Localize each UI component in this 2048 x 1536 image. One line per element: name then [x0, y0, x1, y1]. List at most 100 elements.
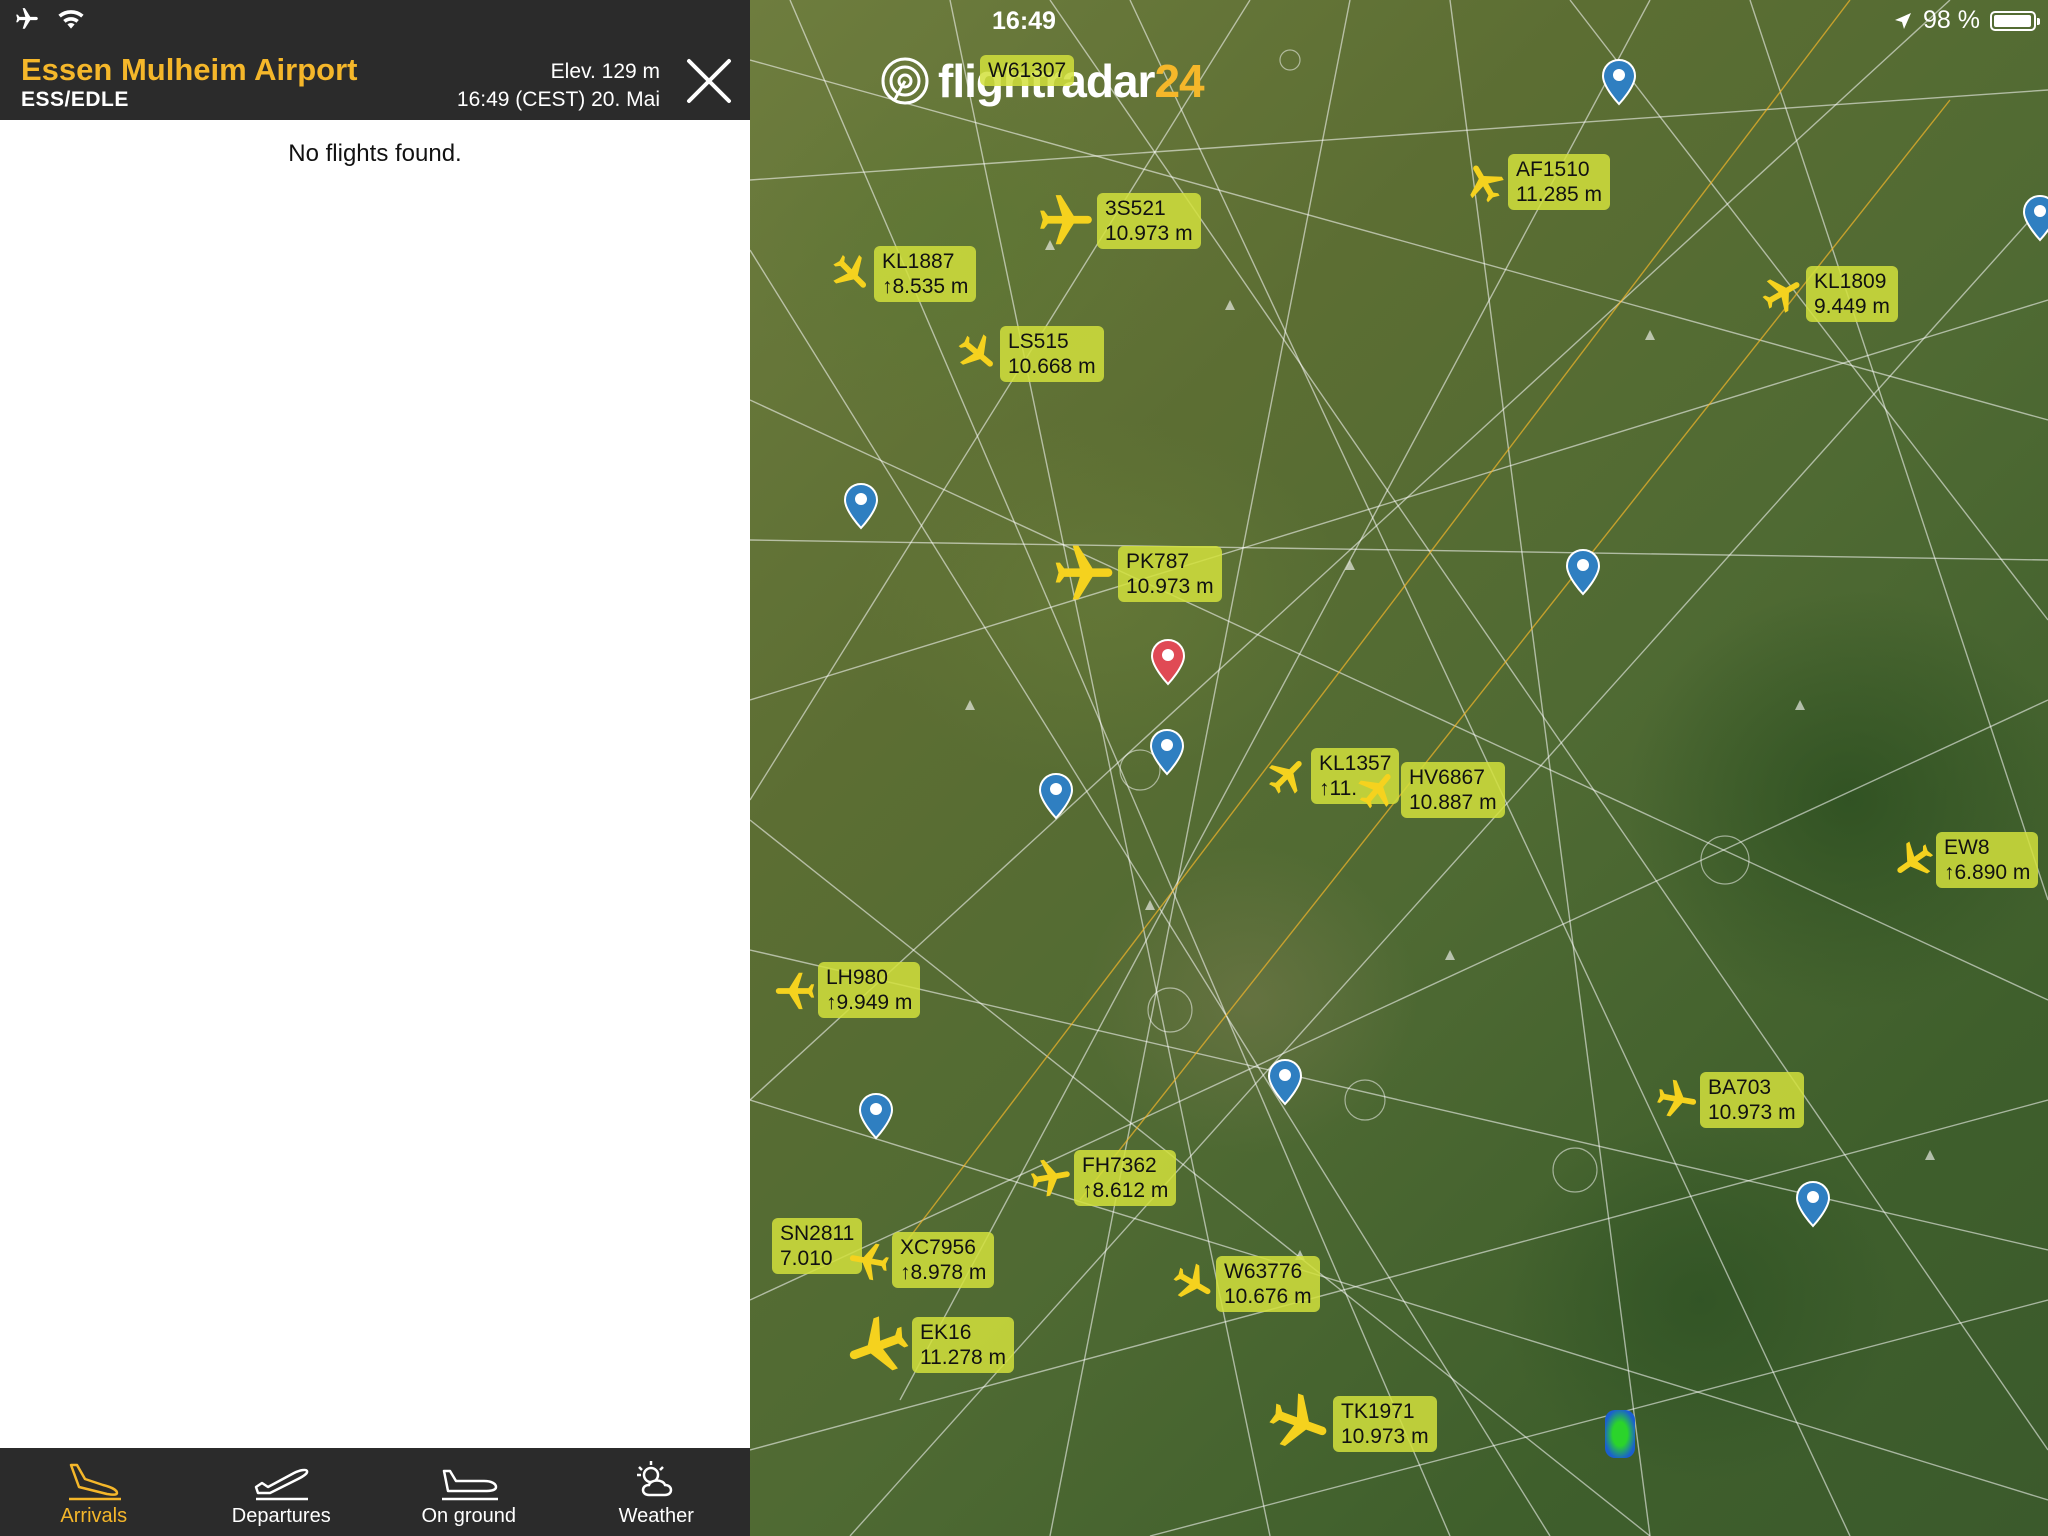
flight-marker[interactable]: KL1887 ↑8.535 m	[828, 246, 977, 302]
on-ground-icon	[441, 1469, 498, 1501]
flight-marker[interactable]: W63776 10.676 m	[1170, 1256, 1320, 1312]
flight-label: FH7362 ↑8.612 m	[1074, 1150, 1177, 1206]
flight-altitude: ↑6.890 m	[1944, 861, 2031, 884]
airport-panel: Essen Mulheim Airport ESS/EDLE Elev. 129…	[0, 0, 750, 1536]
status-time: 16:49	[992, 7, 1056, 35]
tab-on-ground[interactable]: On ground	[375, 1448, 563, 1536]
flight-label: BA703 10.973 m	[1700, 1072, 1804, 1128]
airport-code: ESS/EDLE	[21, 88, 129, 111]
empty-message: No flights found.	[288, 140, 462, 167]
flight-label: W61307	[980, 55, 1075, 86]
flight-marker[interactable]: BA703 10.973 m	[1654, 1072, 1804, 1128]
status-bar: 16:49 98 %	[0, 0, 2048, 40]
airport-name: Essen Mulheim Airport	[21, 52, 358, 87]
flight-altitude: 10.973 m	[1126, 575, 1214, 598]
flight-callsign: KL1887	[882, 250, 955, 273]
flight-marker[interactable]: PK787 10.973 m	[1050, 540, 1222, 608]
airport-pin-icon[interactable]	[1601, 58, 1637, 106]
flight-altitude: 10.973 m	[1105, 222, 1193, 245]
tab-departures[interactable]: Departures	[188, 1448, 376, 1536]
flight-callsign: EK16	[920, 1321, 972, 1344]
tab-arrivals[interactable]: Arrivals	[0, 1448, 188, 1536]
flight-callsign: 3S521	[1105, 197, 1166, 220]
close-button[interactable]	[684, 56, 734, 106]
flight-callsign: FH7362	[1082, 1154, 1157, 1177]
location-arrow-icon	[1895, 12, 1912, 29]
airport-pin-icon[interactable]	[1267, 1058, 1303, 1106]
airport-pin-icon[interactable]	[1565, 548, 1601, 596]
airplane-icon	[1470, 165, 1504, 203]
flight-marker[interactable]: XC7956 ↑8.978 m	[846, 1232, 995, 1288]
flight-callsign: BA703	[1708, 1076, 1772, 1099]
airplane-icon	[1055, 545, 1113, 600]
flight-marker[interactable]: LS515 10.668 m	[954, 326, 1104, 382]
selected-airport-pin-icon[interactable]	[1150, 638, 1186, 686]
airport-elevation: Elev. 129 m	[550, 60, 660, 83]
flight-marker[interactable]: AF1510 11.285 m	[1462, 154, 1610, 210]
airplane-icon	[1762, 279, 1800, 313]
airplane-icon	[1030, 1159, 1070, 1197]
airport-pin-icon[interactable]	[1149, 728, 1185, 776]
flight-marker[interactable]: 3S521 10.973 m	[1035, 190, 1201, 252]
flight-label: TK1971 10.973 m	[1333, 1396, 1437, 1452]
airport-pin-icon[interactable]	[1038, 772, 1074, 820]
airport-pin-icon[interactable]	[858, 1092, 894, 1140]
flight-marker[interactable]: FH7362 ↑8.612 m	[1028, 1150, 1177, 1206]
battery-icon	[1990, 10, 2040, 31]
flight-label: HV6867 10.887 m	[1401, 762, 1505, 818]
flight-marker[interactable]: EK16 11.278 m	[842, 1310, 1014, 1380]
flight-callsign: W63776	[1224, 1260, 1303, 1283]
battery-percentage: 98 %	[1923, 6, 1980, 34]
flight-callsign: TK1971	[1341, 1400, 1415, 1423]
flight-marker[interactable]: HV6867 10.887 m	[1355, 762, 1505, 818]
flight-altitude: 9.449 m	[1814, 295, 1890, 318]
flight-altitude: 10.887 m	[1409, 791, 1497, 814]
flight-label: LH980 ↑9.949 m	[818, 962, 921, 1018]
flight-marker[interactable]: EW8 ↑6.890 m	[1890, 832, 2039, 888]
flight-marker[interactable]: KL1809 9.449 m	[1760, 266, 1898, 322]
flight-altitude: ↑8.978 m	[900, 1261, 987, 1284]
flight-label: W63776 10.676 m	[1216, 1256, 1320, 1312]
flight-label: AF1510 11.285 m	[1508, 154, 1610, 210]
airport-local-time: 16:49 (CEST) 20. Mai	[456, 88, 660, 111]
airplane-icon	[1173, 1263, 1211, 1298]
close-icon	[687, 59, 731, 103]
flight-label: KL1887 ↑8.535 m	[874, 246, 977, 302]
flight-label: XC7956 ↑8.978 m	[892, 1232, 995, 1288]
flight-altitude: 11.285 m	[1516, 183, 1602, 206]
airplane-icon	[1657, 1079, 1697, 1117]
flight-altitude: ↑8.535 m	[882, 275, 969, 298]
airplane-icon	[1040, 195, 1092, 245]
airplane-icon	[849, 1316, 909, 1371]
flight-callsign: HV6867	[1409, 766, 1485, 789]
airport-pin-icon[interactable]	[2022, 194, 2048, 242]
flight-altitude: 7.010	[780, 1247, 833, 1270]
flight-callsign: XC7956	[900, 1236, 976, 1259]
flight-marker[interactable]: LH980 ↑9.949 m	[772, 962, 921, 1018]
flight-label: LS515 10.668 m	[1000, 326, 1104, 382]
tab-label: Departures	[231, 1505, 331, 1527]
weather-icon	[637, 1461, 673, 1497]
flight-label: EK16 11.278 m	[912, 1317, 1014, 1373]
flight-altitude: 10.668 m	[1008, 355, 1096, 378]
flight-label: EW8 ↑6.890 m	[1936, 832, 2039, 888]
flight-callsign: SN2811	[780, 1222, 855, 1245]
airport-pin-icon[interactable]	[1795, 1180, 1831, 1228]
flight-altitude: 10.973 m	[1341, 1425, 1429, 1448]
tab-weather[interactable]: Weather	[563, 1448, 751, 1536]
flight-marker[interactable]: W61307	[980, 55, 1075, 86]
flight-map[interactable]: flightradar24 W61307 AF151011.285 m 3S52…	[750, 0, 2048, 1536]
battery-fill	[1994, 14, 2032, 27]
flight-callsign: KL1809	[1814, 270, 1887, 293]
radar-logo-icon	[881, 57, 929, 105]
flight-marker[interactable]: TK1971 10.973 m	[1265, 1390, 1437, 1458]
airplane-icon	[775, 972, 815, 1010]
tab-bar: Arrivals Departures On ground Weather	[0, 1448, 750, 1536]
flight-callsign: LH980	[826, 966, 888, 989]
flight-callsign: PK787	[1126, 550, 1190, 573]
airport-pin-icon[interactable]	[843, 482, 879, 530]
departures-icon	[255, 1468, 309, 1501]
tab-label: On ground	[421, 1505, 516, 1527]
flight-callsign: LS515	[1008, 330, 1069, 353]
tab-label: Weather	[618, 1505, 694, 1527]
